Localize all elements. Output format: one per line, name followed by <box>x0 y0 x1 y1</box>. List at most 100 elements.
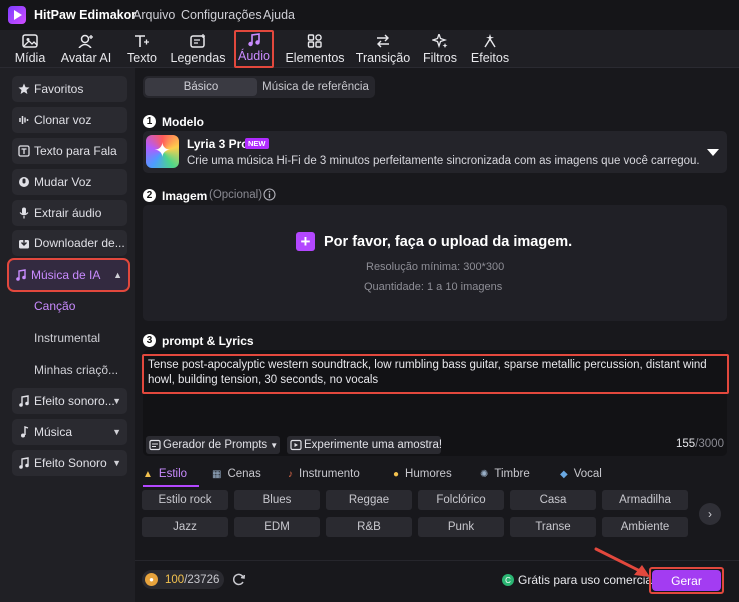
chip-punk[interactable]: Punk <box>418 517 504 537</box>
vocal-icon: ◆ <box>560 468 568 480</box>
generate-button[interactable]: Gerar <box>652 570 721 591</box>
toolbar-filters[interactable]: Filtros <box>421 30 459 68</box>
upload-prompt: Por favor, faça o upload da imagem. <box>324 234 573 250</box>
category-tab-vocal[interactable]: ◆ Vocal <box>560 468 602 480</box>
sidebar-item-efeito-sonoro-ai[interactable]: Efeito sonoro... ▼ <box>12 388 127 414</box>
toolbar-media[interactable]: Mídia <box>10 30 50 68</box>
timbre-icon: ✺ <box>480 468 489 480</box>
category-tab-timbre[interactable]: ✺ Timbre <box>480 468 530 480</box>
chip-ambiente[interactable]: Ambiente <box>602 517 688 537</box>
toolbar-effects[interactable]: Efeitos <box>470 30 510 68</box>
credits-badge: ● 100/23726 <box>142 570 224 589</box>
sidebar-item-mudar-voz[interactable]: Mudar Voz <box>12 169 127 195</box>
sidebar-subitem-cancao[interactable]: Canção <box>34 299 75 313</box>
model-heading: Modelo <box>162 115 204 129</box>
chevron-down-icon[interactable] <box>706 146 720 160</box>
active-tab-underline <box>143 485 199 487</box>
step-2-badge: 2 <box>143 189 156 202</box>
chip-jazz[interactable]: Jazz <box>142 517 228 537</box>
tab-basico[interactable]: Básico <box>145 78 257 96</box>
ai-music-icon <box>15 269 27 281</box>
coin-icon: ● <box>145 573 158 586</box>
toolbar-avatar-ai[interactable]: Avatar AI <box>58 30 114 68</box>
chip-blues[interactable]: Blues <box>234 490 320 510</box>
sound-effect-icon <box>18 457 30 469</box>
toolbar-elements[interactable]: Elementos <box>285 30 345 68</box>
image-optional-label: (Opcional) <box>209 189 263 201</box>
chip-armadilha[interactable]: Armadilha <box>602 490 688 510</box>
subtitles-icon <box>189 33 207 49</box>
waveform-icon <box>18 114 30 126</box>
menu-arquivo[interactable]: Arquivo <box>133 8 175 22</box>
refresh-icon[interactable] <box>231 572 246 590</box>
app-title: HitPaw Edimakor <box>34 8 137 22</box>
chip-transe[interactable]: Transe <box>510 517 596 537</box>
upload-min-resolution: Resolução mínima: 300*300 <box>366 261 505 273</box>
copyright-icon: C <box>502 574 514 586</box>
chip-estilo-rock[interactable]: Estilo rock <box>142 490 228 510</box>
toolbar-transition[interactable]: Transição <box>356 30 410 68</box>
scenes-icon: ▦ <box>212 468 222 480</box>
try-sample-button[interactable]: Experimente uma amostra! <box>287 436 442 454</box>
category-tab-humores[interactable]: ● Humores <box>393 468 452 480</box>
filters-icon <box>431 33 449 49</box>
chevron-right-icon[interactable]: › <box>699 503 721 525</box>
sidebar-item-musica[interactable]: Música ▼ <box>12 419 127 445</box>
sidebar-item-efeito-sonoro[interactable]: Efeito Sonoro ▼ <box>12 450 127 476</box>
chevron-up-icon: ▲ <box>113 270 122 280</box>
chip-casa[interactable]: Casa <box>510 490 596 510</box>
info-icon[interactable] <box>263 188 276 204</box>
chip-rnb[interactable]: R&B <box>326 517 412 537</box>
toolbar-text[interactable]: Texto <box>124 30 160 68</box>
transition-icon <box>374 33 392 49</box>
category-tab-estilo[interactable]: ▲ Estilo <box>143 468 187 480</box>
download-icon <box>18 237 30 249</box>
menu-configuracoes[interactable]: Configurações <box>181 8 262 22</box>
sample-icon <box>290 439 302 451</box>
sidebar-item-clonar-voz[interactable]: Clonar voz <box>12 107 127 133</box>
effects-icon <box>481 33 499 49</box>
chevron-down-icon: ▼ <box>112 427 121 437</box>
menu-ajuda[interactable]: Ajuda <box>263 8 295 22</box>
text-to-speech-icon <box>18 145 30 157</box>
sidebar-item-downloader[interactable]: Downloader de... <box>12 230 127 256</box>
category-tab-cenas[interactable]: ▦ Cenas <box>212 468 261 480</box>
prompt-heading: prompt & Lyrics <box>162 334 254 348</box>
avatar-icon <box>77 33 95 49</box>
sidebar-item-favoritos[interactable]: Favoritos <box>12 76 127 102</box>
model-name: Lyria 3 Pro <box>187 137 249 151</box>
step-3-badge: 3 <box>143 334 156 347</box>
plus-icon: + <box>296 232 315 251</box>
media-icon <box>21 33 39 49</box>
model-logo-icon <box>146 135 179 168</box>
sidebar-item-musica-de-ia[interactable]: Música de IA ▲ <box>7 258 130 292</box>
app-logo-icon <box>8 6 26 24</box>
sidebar-subitem-minhas-criacoes[interactable]: Minhas criaçõ... <box>34 363 118 377</box>
toolbar-audio[interactable]: Áudio <box>234 30 274 68</box>
sidebar-item-extrair-audio[interactable]: Extrair áudio <box>12 200 127 226</box>
image-heading: Imagem <box>162 189 208 203</box>
category-tab-instrumento[interactable]: ♪ Instrumento <box>288 468 360 480</box>
chip-edm[interactable]: EDM <box>234 517 320 537</box>
guitar-icon: ♪ <box>288 468 293 480</box>
style-icon: ▲ <box>143 468 153 480</box>
annotation-arrow <box>594 547 650 577</box>
step-1-badge: 1 <box>143 115 156 128</box>
chevron-down-icon: ▼ <box>112 396 121 406</box>
toolbar-subtitles[interactable]: Legendas <box>170 30 226 68</box>
tab-musica-de-referencia[interactable]: Música de referência <box>258 78 373 96</box>
chip-folclorico[interactable]: Folclórico <box>418 490 504 510</box>
model-description: Crie uma música Hi-Fi de 3 minutos perfe… <box>187 155 700 167</box>
prompt-generator-icon <box>149 439 161 451</box>
prompt-generator-button[interactable]: Gerador de Prompts ▼ <box>146 436 280 454</box>
music-note-icon <box>18 426 30 438</box>
chip-reggae[interactable]: Reggae <box>326 490 412 510</box>
upload-quantity: Quantidade: 1 a 10 imagens <box>364 281 503 293</box>
prompt-textarea[interactable]: Tense post-apocalyptic western soundtrac… <box>142 354 729 394</box>
sidebar-item-texto-para-fala[interactable]: Texto para Fala <box>12 138 127 164</box>
sidebar-subitem-instrumental[interactable]: Instrumental <box>34 331 100 345</box>
voice-changer-icon <box>18 176 30 188</box>
caret-down-icon: ▼ <box>270 440 279 450</box>
sound-effect-icon <box>18 395 30 407</box>
text-icon <box>133 33 151 49</box>
